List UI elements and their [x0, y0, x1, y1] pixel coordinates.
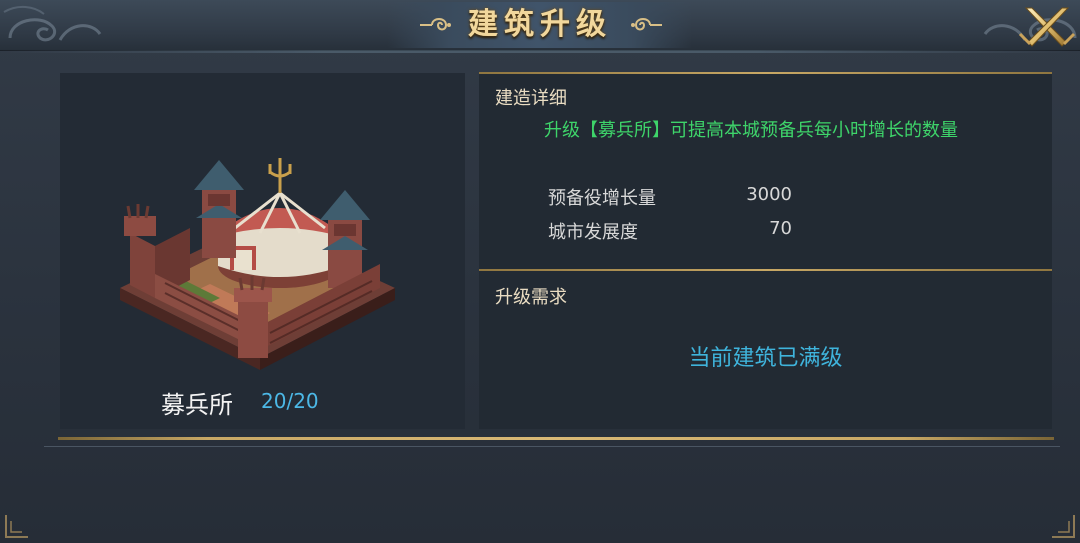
recruitment-office-building-image — [120, 158, 395, 370]
bottom-gold-divider — [58, 437, 1054, 440]
stat-value-city-development: 70 — [769, 218, 792, 239]
stat-value-reserve-growth: 3000 — [746, 184, 792, 205]
scroll-ornament-right-icon — [631, 18, 662, 31]
frame-corner-left-icon — [5, 515, 28, 538]
cloud-pattern-left-icon — [3, 6, 102, 42]
stat-label-city-development: 城市发展度 — [548, 222, 638, 243]
title-bar: 建筑升级 — [0, 0, 1080, 53]
requirements-divider — [479, 269, 1052, 271]
upgrade-description: 升级【募兵所】可提高本城预备兵每小时增长的数量 — [544, 120, 958, 141]
building-level: 20/20 — [261, 389, 319, 413]
bottom-frame-line — [44, 446, 1060, 447]
details-top-divider — [479, 72, 1052, 74]
window-title: 建筑升级 — [468, 7, 612, 42]
stat-label-reserve-growth: 预备役增长量 — [548, 188, 656, 209]
max-level-status: 当前建筑已满级 — [688, 346, 843, 371]
crossed-swords-close-icon[interactable] — [1018, 4, 1076, 48]
building-name: 募兵所 — [161, 391, 233, 419]
frame-corner-right-icon — [1052, 515, 1075, 538]
details-heading: 建造详细 — [495, 88, 567, 109]
requirements-heading: 升级需求 — [495, 287, 567, 308]
building-upgrade-window: 建筑升级 募兵所 20/20 建造详细 升级【募兵所】可提高本城预备兵每小时增长… — [0, 0, 1080, 543]
